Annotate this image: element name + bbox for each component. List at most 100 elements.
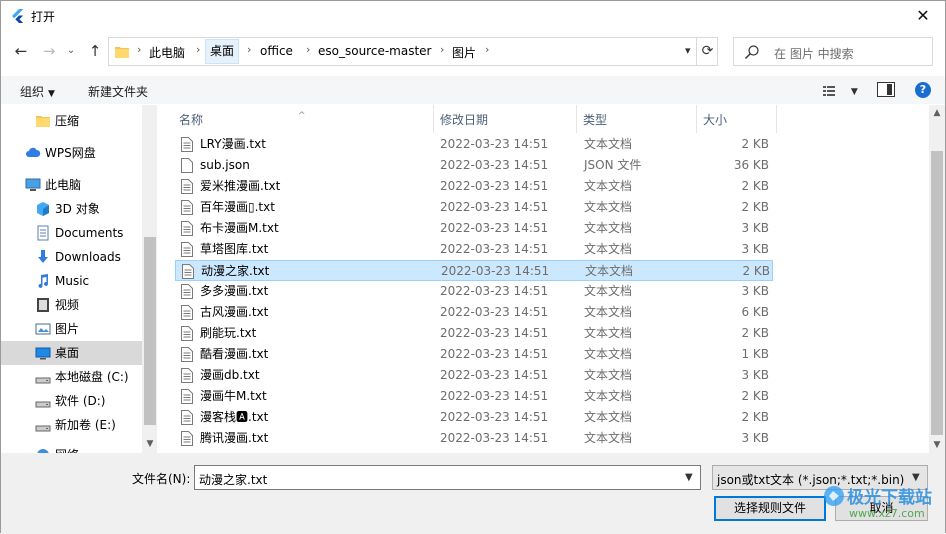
file-row[interactable]: 腾讯漫画.txt 2022-03-23 14:51 文本文档 3 KB (175, 428, 773, 449)
file-row[interactable]: sub.json 2022-03-23 14:51 JSON 文件 36 KB (175, 155, 773, 176)
file-size: 2 KB (742, 264, 770, 278)
breadcrumb-this-pc[interactable]: 此电脑 (149, 44, 185, 61)
close-button[interactable]: ✕ (901, 1, 945, 31)
file-name: 布卡漫画M.txt (200, 221, 279, 235)
column-header-date[interactable]: 修改日期 (434, 105, 577, 133)
file-type: 文本文档 (584, 284, 633, 298)
chevron-down-icon: ▼ (850, 87, 858, 97)
organize-menu[interactable]: 组织 ▼ (20, 83, 55, 100)
breadcrumb-desktop[interactable]: 桌面 (205, 39, 240, 64)
up-button[interactable]: ↑ (85, 41, 105, 61)
file-row[interactable]: 酷看漫画.txt 2022-03-23 14:51 文本文档 1 KB (175, 344, 773, 365)
sidebar-item-cloud[interactable]: WPS网盘 (1, 141, 142, 165)
sidebar-item-label: 网络 (55, 443, 79, 453)
chevron-down-icon[interactable]: ▼ (685, 472, 693, 483)
organize-label: 组织 (20, 85, 45, 99)
sidebar-item-desktop[interactable]: 桌面 (1, 341, 142, 365)
file-row[interactable]: 漫画db.txt 2022-03-23 14:51 文本文档 3 KB (175, 365, 773, 386)
text-file-icon (181, 200, 193, 215)
new-folder-button[interactable]: 新建文件夹 (88, 83, 148, 100)
file-row[interactable]: 布卡漫画M.txt 2022-03-23 14:51 文本文档 3 KB (175, 218, 773, 239)
preview-pane-icon[interactable] (877, 82, 895, 97)
text-file-icon (181, 410, 193, 425)
sidebar-item-computer[interactable]: 此电脑 (1, 173, 142, 197)
file-name: 动漫之家.txt (201, 264, 270, 278)
file-row[interactable]: 百年漫画▯.txt 2022-03-23 14:51 文本文档 2 KB (175, 197, 773, 218)
file-name: 草塔图库.txt (200, 242, 269, 256)
open-button[interactable]: 选择规则文件 (714, 496, 826, 521)
forward-button[interactable]: → (39, 41, 59, 61)
file-row[interactable]: 动漫之家.txt 2022-03-23 14:51 文本文档 2 KB (175, 260, 773, 281)
scroll-down-icon[interactable]: ▼ (142, 436, 157, 452)
file-date: 2022-03-23 14:51 (440, 368, 549, 382)
sidebar-item-drive[interactable]: 本地磁盘 (C:) (1, 365, 142, 389)
file-row[interactable]: 爱米推漫画.txt 2022-03-23 14:51 文本文档 2 KB (175, 176, 773, 197)
back-button[interactable]: ← (11, 41, 31, 61)
column-header-type[interactable]: 类型 (577, 105, 697, 133)
recent-locations-button[interactable]: ⌄ (61, 41, 81, 61)
sidebar-item-documents[interactable]: Documents (1, 221, 142, 245)
file-date: 2022-03-23 14:51 (440, 158, 549, 172)
pictures-icon (35, 321, 51, 337)
file-name: 刷能玩.txt (200, 326, 257, 340)
filename-value: 动漫之家.txt (199, 473, 268, 487)
sidebar-item-drive[interactable]: 软件 (D:) (1, 389, 142, 413)
file-row[interactable]: 古风漫画.txt 2022-03-23 14:51 文本文档 6 KB (175, 302, 773, 323)
file-list-scrollbar[interactable]: ▲ ▼ (929, 105, 945, 453)
breadcrumb-separator: › (247, 43, 252, 56)
file-date: 2022-03-23 14:51 (440, 179, 549, 193)
help-icon[interactable]: ? (915, 82, 931, 98)
text-file-icon (182, 264, 194, 279)
sidebar-item-download[interactable]: Downloads (1, 245, 142, 269)
sidebar-item-label: Documents (55, 226, 124, 240)
file-size: 2 KB (741, 200, 769, 214)
file-list: ^ 名称 修改日期 类型 大小 LRY漫画.txt 2022-03-23 14:51… (161, 105, 929, 453)
sidebar-item-label: Music (55, 274, 90, 288)
text-file-icon (181, 431, 193, 446)
refresh-button[interactable]: ⟳ (696, 38, 718, 65)
file-size: 6 KB (741, 305, 769, 319)
address-bar[interactable]: › 此电脑 › 桌面 › office › eso_source-master … (108, 37, 718, 66)
sidebar-scroll-thumb[interactable] (144, 237, 156, 425)
sidebar-item-network[interactable]: 网络 (1, 443, 142, 453)
file-row[interactable]: 多多漫画.txt 2022-03-23 14:51 文本文档 3 KB (175, 281, 773, 302)
file-row[interactable]: LRY漫画.txt 2022-03-23 14:51 文本文档 2 KB (175, 134, 773, 155)
view-options-button[interactable]: ▼ (823, 83, 858, 97)
file-name: sub.json (200, 158, 250, 172)
drive-icon (35, 417, 51, 433)
file-type: 文本文档 (584, 347, 633, 361)
file-row[interactable]: 漫画牛M.txt 2022-03-23 14:51 文本文档 2 KB (175, 386, 773, 407)
file-date: 2022-03-23 14:51 (441, 264, 550, 278)
sidebar-item-folder[interactable]: 压缩 (1, 109, 142, 133)
sidebar-item-pictures[interactable]: 图片 (1, 317, 142, 341)
column-header-name[interactable]: ^ 名称 (161, 105, 434, 133)
address-dropdown-icon[interactable]: ▾ (685, 44, 691, 57)
scroll-down-icon[interactable]: ▼ (929, 437, 945, 453)
breadcrumb-office[interactable]: office (260, 44, 293, 58)
file-row[interactable]: 漫客栈🅰.txt 2022-03-23 14:51 文本文档 2 KB (175, 407, 773, 428)
sidebar-item-label: 软件 (D:) (55, 394, 106, 408)
breadcrumb-separator: › (440, 43, 445, 56)
sidebar-item-3d-objects[interactable]: 3D 对象 (1, 197, 142, 221)
breadcrumb-separator: › (137, 43, 142, 56)
sidebar-item-music[interactable]: Music (1, 269, 142, 293)
sidebar-item-video[interactable]: 视频 (1, 293, 142, 317)
search-box[interactable]: 在 图片 中搜索 (733, 37, 933, 66)
file-list-scroll-thumb[interactable] (931, 151, 943, 435)
text-file-icon (181, 242, 193, 257)
sidebar-item-label: 3D 对象 (55, 202, 100, 216)
sidebar-item-drive[interactable]: 新加卷 (E:) (1, 413, 142, 437)
file-size: 2 KB (741, 137, 769, 151)
video-icon (35, 297, 51, 313)
file-row[interactable]: 刷能玩.txt 2022-03-23 14:51 文本文档 2 KB (175, 323, 773, 344)
breadcrumb-pictures[interactable]: 图片 (452, 44, 476, 61)
file-row[interactable]: 草塔图库.txt 2022-03-23 14:51 文本文档 3 KB (175, 239, 773, 260)
sidebar-scrollbar[interactable]: ▼ (142, 105, 157, 453)
sidebar-item-label: 新加卷 (E:) (55, 418, 116, 432)
breadcrumb-eso-source-master[interactable]: eso_source-master (318, 44, 431, 58)
column-header-size[interactable]: 大小 (697, 105, 777, 133)
scroll-up-icon[interactable]: ▲ (929, 105, 945, 121)
breadcrumb-separator: › (485, 43, 490, 56)
file-date: 2022-03-23 14:51 (440, 410, 549, 424)
filename-input[interactable]: 动漫之家.txt ▼ (194, 465, 701, 490)
